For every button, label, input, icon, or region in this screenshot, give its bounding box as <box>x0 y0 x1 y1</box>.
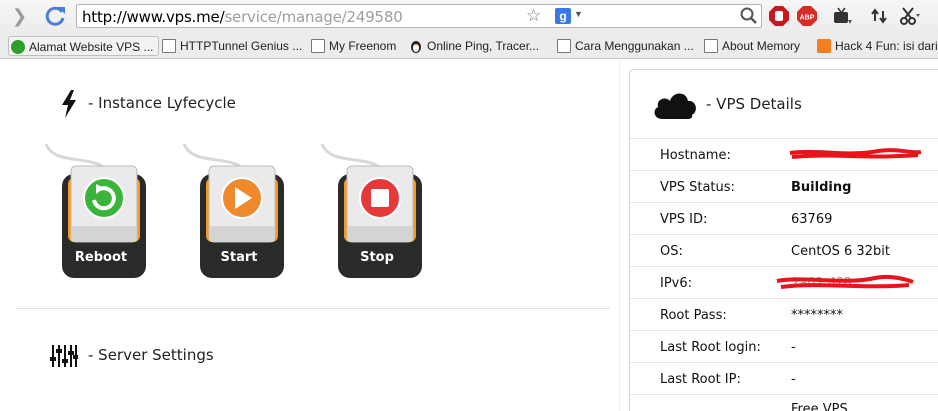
bookmark-label: Hack 4 Fun: isi dari <box>835 39 938 53</box>
stop-label: Stop <box>360 250 394 265</box>
scissors-icon[interactable] <box>898 5 920 27</box>
address-bar[interactable]: http://www.vps.me/service/manage/249580 … <box>76 4 762 28</box>
detail-label: VPS Status: <box>660 180 735 195</box>
sliders-icon <box>50 343 78 374</box>
detail-row-last-login: Last Root login: - <box>630 331 938 363</box>
svg-text:ABP: ABP <box>800 15 815 22</box>
bookmark-page-icon <box>162 39 176 53</box>
bookmark-label: HTTPTunnel Genius ... <box>180 39 303 53</box>
vps-details-panel: - VPS Details Hostname: VPS Status: Buil… <box>629 69 938 411</box>
root-pass-value: ******** <box>791 308 843 323</box>
detail-label: Root Pass: <box>660 308 727 323</box>
bookmark-label: Cara Menggunakan ... <box>575 39 694 53</box>
penguin-icon <box>409 39 423 53</box>
url-path: service/manage/249580 <box>224 8 403 26</box>
detail-row-hostname: Hostname: <box>630 139 938 171</box>
page-icon <box>557 39 571 53</box>
detail-label: IPv6: <box>660 276 693 291</box>
settings-heading: - Server Settings <box>88 346 214 364</box>
bookmark-star-icon[interactable]: ☆ <box>526 6 541 26</box>
page-icon <box>704 39 718 53</box>
last-login-value: - <box>791 340 796 355</box>
lifecycle-heading: - Instance Lyfecycle <box>88 94 236 112</box>
green-circle-icon <box>11 40 25 54</box>
bookmark-item[interactable]: My Freenom <box>311 36 396 56</box>
page-icon <box>311 39 325 53</box>
arrows-extension-icon[interactable] <box>869 5 891 27</box>
bookmark-label: Online Ping, Tracer... <box>427 39 540 53</box>
bookmark-item[interactable]: HTTPTunnel Genius ... <box>162 36 302 56</box>
url-host: http://www.vps.me/ <box>82 8 225 26</box>
chevron-down-icon[interactable]: ▼ <box>574 9 583 19</box>
detail-row-ipv6: IPv6: 2a02:4?8:... <box>630 267 938 299</box>
detail-label: OS: <box>660 244 683 259</box>
reboot-button[interactable]: Reboot <box>44 142 154 280</box>
detail-label: Last Root IP: <box>660 372 741 387</box>
detail-row-last-ip: Last Root IP: - <box>630 363 938 395</box>
stop-extension-icon[interactable] <box>768 5 790 27</box>
bookmark-item[interactable]: About Memory <box>704 36 800 56</box>
bookmark-item[interactable]: Hack 4 Fun: isi dari <box>817 36 938 56</box>
bookmarks-bar: Alamat Website VPS ... HTTPTunnel Genius… <box>0 33 938 59</box>
browser-toolbar: ❯ http://www.vps.me/service/manage/24958… <box>0 0 938 33</box>
search-icon[interactable] <box>739 6 759 26</box>
detail-row-os: OS: CentOS 6 32bit <box>630 235 938 267</box>
detail-row-root-pass: Root Pass: ******** <box>630 299 938 331</box>
detail-row-vps-id: VPS ID: 63769 <box>630 203 938 235</box>
reload-icon[interactable] <box>44 4 68 28</box>
bookmark-label: Alamat Website VPS ... <box>29 40 154 54</box>
reboot-label: Reboot <box>74 250 128 265</box>
bookmark-item[interactable]: Online Ping, Tracer... <box>409 36 539 56</box>
section-divider <box>16 308 610 309</box>
adblock-plus-icon[interactable]: ABP <box>796 5 818 27</box>
redaction-scribble <box>789 148 922 159</box>
start-button[interactable]: Start <box>182 142 292 280</box>
vps-details-header: - VPS Details <box>630 70 938 139</box>
lightning-icon <box>60 90 78 123</box>
last-ip-value: - <box>791 372 796 387</box>
tv-extension-icon[interactable] <box>831 5 853 27</box>
redaction-scribble <box>776 274 914 289</box>
search-engine-icon[interactable]: g <box>555 8 571 24</box>
vps-id-value: 63769 <box>791 212 833 227</box>
bookmark-item[interactable]: Alamat Website VPS ... <box>8 36 159 56</box>
detail-row-status: VPS Status: Building <box>630 171 938 203</box>
bookmark-label: My Freenom <box>329 39 397 53</box>
blogger-icon <box>817 39 831 53</box>
status-value: Building <box>791 180 852 195</box>
url-text: http://www.vps.me/service/manage/249580 <box>82 8 403 26</box>
bookmark-label: About Memory <box>722 39 801 53</box>
stop-button[interactable]: Stop <box>320 142 430 280</box>
vps-details-title: - VPS Details <box>706 95 802 113</box>
start-label: Start <box>220 250 258 265</box>
bookmark-item[interactable]: Cara Menggunakan ... <box>557 36 694 56</box>
detail-label: Last Root login: <box>660 340 761 355</box>
detail-label: VPS ID: <box>660 212 708 227</box>
os-value: CentOS 6 32bit <box>791 244 890 259</box>
detail-label: Hostname: <box>660 148 731 163</box>
vps-manage-page: - Instance Lyfecycle Reboot Start Stop -… <box>0 60 938 411</box>
partial-footer-text: Free VPS <box>791 402 848 411</box>
forward-icon[interactable]: ❯ <box>12 6 32 26</box>
cloud-icon <box>652 90 698 125</box>
